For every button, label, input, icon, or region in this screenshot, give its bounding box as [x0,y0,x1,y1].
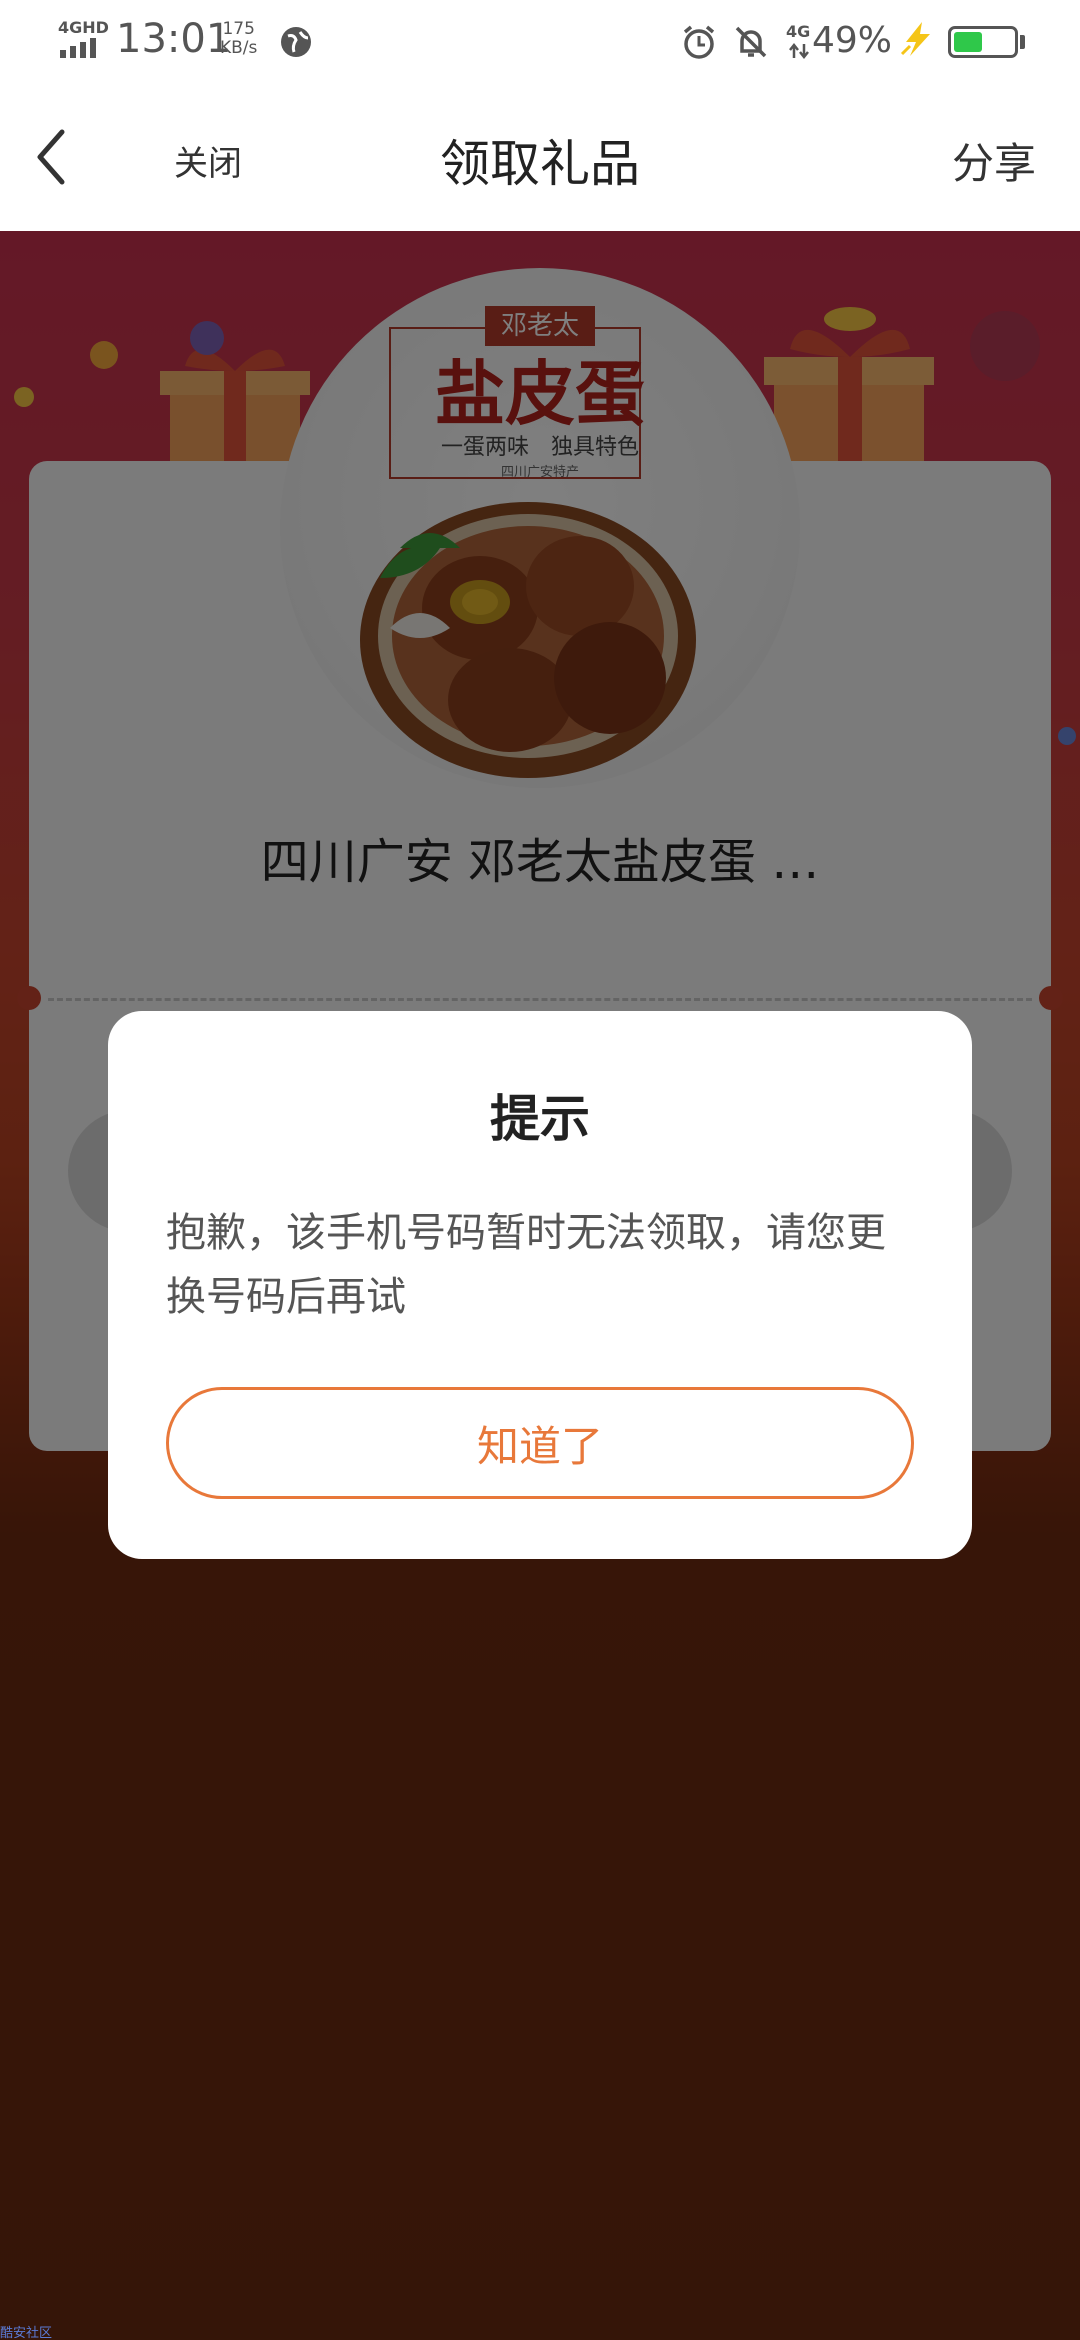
watermark: 酷安社区 [0,2326,53,2340]
charging-bolt-icon [900,22,930,56]
status-time: 13:01 [116,16,232,62]
status-icons: 4G [680,22,814,62]
share-button[interactable]: 分享 [952,130,1036,191]
network-type: 4GHD [58,18,109,37]
network-speed-unit: KB/s [220,38,258,58]
battery-cap [1020,35,1025,49]
page-title: 领取礼品 [440,135,640,193]
alert-dialog: 提示 抱歉，该手机号码暂时无法领取，请您更换号码后再试 知道了 [108,1011,972,1559]
confirm-button[interactable]: 知道了 [166,1387,914,1499]
nav-bar: 关闭 领取礼品 分享 [0,86,1080,231]
data-arrows-icon [789,42,809,60]
mute-bell-icon [735,26,767,58]
battery-percent: 49% [812,20,893,61]
globe-icon [281,27,311,57]
dialog-message: 抱歉，该手机号码暂时无法领取，请您更换号码后再试 [166,1210,886,1320]
battery-icon [948,26,1018,58]
network-speed: 175 KB/s [220,20,257,58]
alarm-icon [683,25,715,59]
signal-icon: 4GHD [58,18,109,60]
dialog-title: 提示 [490,1090,590,1148]
network-speed-value: 175 [222,19,255,39]
status-bar: 4GHD 13:01 175 KB/s 4G 49% [0,0,1080,86]
data-type: 4G [786,22,811,41]
data-indicator: 4G [784,22,814,62]
battery-fill [954,32,982,52]
